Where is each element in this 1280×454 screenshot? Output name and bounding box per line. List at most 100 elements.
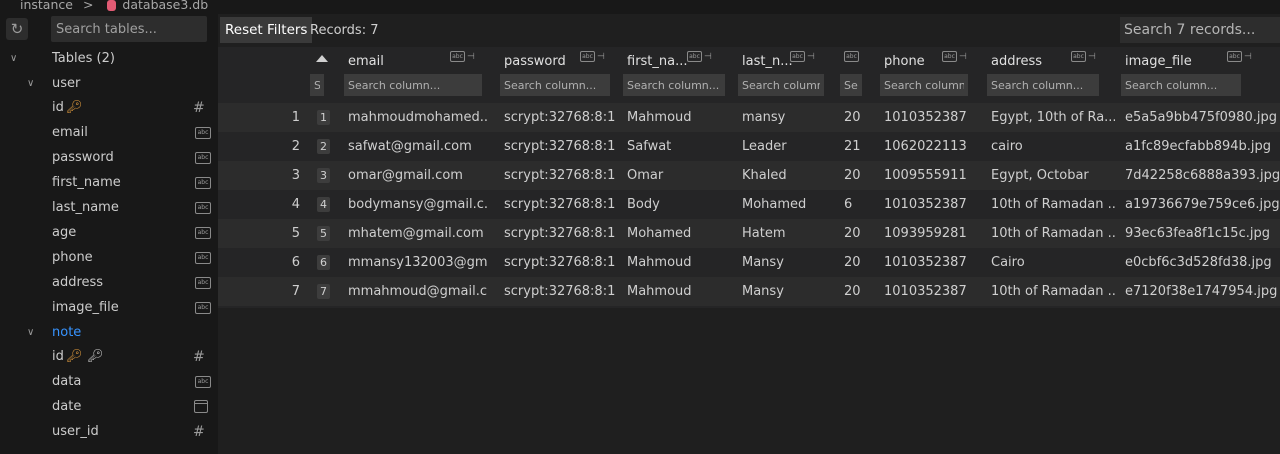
column-item-first-name[interactable]: first_name abc xyxy=(0,172,218,194)
column-header-address[interactable]: address abc ⊣ xyxy=(983,47,1111,103)
cell-address[interactable]: Egypt, Octobar xyxy=(991,161,1115,190)
pin-icon[interactable]: ⊣ xyxy=(807,52,815,62)
search-tables-input[interactable] xyxy=(51,16,207,42)
column-filter-input[interactable] xyxy=(840,74,862,96)
cell-address[interactable]: 10th of Ramadan ... xyxy=(991,219,1115,248)
cell-last-name[interactable]: Mohamed xyxy=(742,190,832,219)
column-item-email[interactable]: email abc xyxy=(0,122,218,144)
cell-age[interactable]: 6 xyxy=(844,190,874,219)
cell-last-name[interactable]: mansy xyxy=(742,103,832,132)
cell-address[interactable]: Egypt, 10th of Ra... xyxy=(991,103,1115,132)
column-item-id[interactable]: id 🔑︎ # xyxy=(0,97,218,119)
row-id[interactable]: 4 xyxy=(317,197,330,212)
cell-email[interactable]: omar@gmail.com xyxy=(348,161,488,190)
column-item-date[interactable]: date xyxy=(0,396,218,418)
column-filter-input[interactable] xyxy=(500,74,610,96)
cell-email[interactable]: mhatem@gmail.com xyxy=(348,219,488,248)
cell-last-name[interactable]: Hatem xyxy=(742,219,832,248)
column-header-image-file[interactable]: image_file abc ⊣ xyxy=(1117,47,1277,103)
cell-last-name[interactable]: Leader xyxy=(742,132,832,161)
cell-image-file[interactable]: e7120f38e1747954.jpg xyxy=(1125,277,1280,306)
table-row[interactable]: 3 3 omar@gmail.com scrypt:32768:8:1... O… xyxy=(218,161,1280,190)
column-header-email[interactable]: email abc ⊣ xyxy=(340,47,492,103)
cell-first-name[interactable]: Mahmoud xyxy=(627,248,731,277)
cell-first-name[interactable]: Mohamed xyxy=(627,219,731,248)
column-item-data[interactable]: data abc xyxy=(0,371,218,393)
sort-ascending-icon[interactable] xyxy=(316,55,328,62)
pin-icon[interactable]: ⊣ xyxy=(704,52,712,62)
cell-age[interactable]: 21 xyxy=(844,132,874,161)
pin-icon[interactable]: ⊣ xyxy=(467,52,475,62)
column-item-password[interactable]: password abc xyxy=(0,147,218,169)
cell-email[interactable]: safwat@gmail.com xyxy=(348,132,488,161)
cell-phone[interactable]: 1010352387 xyxy=(884,248,980,277)
cell-address[interactable]: Cairo xyxy=(991,248,1115,277)
column-header-id[interactable] xyxy=(306,47,336,103)
row-id[interactable]: 6 xyxy=(317,255,330,270)
column-header-first-name[interactable]: first_na... abc ⊣ xyxy=(619,47,729,103)
cell-image-file[interactable]: a1fc89ecfabb894b.jpg xyxy=(1125,132,1280,161)
cell-password[interactable]: scrypt:32768:8:1... xyxy=(504,277,616,306)
breadcrumb-database[interactable]: database3.db xyxy=(122,0,208,11)
table-item-user[interactable]: ∨ user xyxy=(0,73,218,95)
cell-image-file[interactable]: 7d42258c6888a393.jpg xyxy=(1125,161,1280,190)
column-item-image-file[interactable]: image_file abc xyxy=(0,297,218,319)
column-filter-input[interactable] xyxy=(880,74,968,96)
cell-first-name[interactable]: Safwat xyxy=(627,132,731,161)
table-row[interactable]: 1 1 mahmoudmohamed... scrypt:32768:8:1..… xyxy=(218,103,1280,132)
cell-email[interactable]: bodymansy@gmail.c... xyxy=(348,190,488,219)
column-filter-input[interactable] xyxy=(1121,74,1241,96)
cell-email[interactable]: mmahmoud@gmail.c... xyxy=(348,277,488,306)
column-filter-input[interactable] xyxy=(987,74,1099,96)
cell-address[interactable]: 10th of Ramadan ... xyxy=(991,190,1115,219)
breadcrumb-parent[interactable]: instance xyxy=(20,0,73,11)
table-row[interactable]: 5 5 mhatem@gmail.com scrypt:32768:8:1...… xyxy=(218,219,1280,248)
column-item-phone[interactable]: phone abc xyxy=(0,247,218,269)
pin-icon[interactable]: ⊣ xyxy=(1088,52,1096,62)
row-id[interactable]: 5 xyxy=(317,226,330,241)
column-item-address[interactable]: address abc xyxy=(0,272,218,294)
cell-phone[interactable]: 1010352387 xyxy=(884,190,980,219)
cell-phone[interactable]: 1010352387 xyxy=(884,103,980,132)
cell-image-file[interactable]: 93ec63fea8f1c15c.jpg xyxy=(1125,219,1280,248)
cell-address[interactable]: cairo xyxy=(991,132,1115,161)
cell-email[interactable]: mahmoudmohamed... xyxy=(348,103,488,132)
column-header-phone[interactable]: phone abc ⊣ xyxy=(876,47,976,103)
cell-phone[interactable]: 1010352387 xyxy=(884,277,980,306)
cell-image-file[interactable]: e0cbf6c3d528fd38.jpg xyxy=(1125,248,1280,277)
refresh-icon[interactable]: ↻ xyxy=(6,18,28,40)
cell-phone[interactable]: 1009555911 xyxy=(884,161,980,190)
cell-email[interactable]: mmansy132003@gm... xyxy=(348,248,488,277)
cell-last-name[interactable]: Khaled xyxy=(742,161,832,190)
row-id[interactable]: 3 xyxy=(317,168,330,183)
column-item-note-id[interactable]: id 🔑︎ 🔑︎ # xyxy=(0,346,218,368)
cell-last-name[interactable]: Mansy xyxy=(742,248,832,277)
column-header-password[interactable]: password abc ⊣ xyxy=(496,47,614,103)
row-id[interactable]: 2 xyxy=(317,139,330,154)
search-records-input[interactable] xyxy=(1120,17,1280,43)
cell-age[interactable]: 20 xyxy=(844,277,874,306)
cell-password[interactable]: scrypt:32768:8:1... xyxy=(504,103,616,132)
table-row[interactable]: 6 6 mmansy132003@gm... scrypt:32768:8:1.… xyxy=(218,248,1280,277)
table-item-note[interactable]: ∨ note xyxy=(0,322,218,344)
pin-icon[interactable]: ⊣ xyxy=(597,52,605,62)
column-header-age[interactable]: abc xyxy=(836,47,870,103)
cell-last-name[interactable]: Mansy xyxy=(742,277,832,306)
cell-password[interactable]: scrypt:32768:8:1... xyxy=(504,248,616,277)
reset-filters-button[interactable]: Reset Filters xyxy=(220,17,313,43)
cell-password[interactable]: scrypt:32768:8:1... xyxy=(504,219,616,248)
cell-first-name[interactable]: Mahmoud xyxy=(627,277,731,306)
column-filter-input[interactable] xyxy=(344,74,482,96)
row-id[interactable]: 7 xyxy=(317,284,330,299)
tables-group[interactable]: ∨ Tables (2) xyxy=(0,48,218,70)
cell-password[interactable]: scrypt:32768:8:1... xyxy=(504,161,616,190)
table-row[interactable]: 4 4 bodymansy@gmail.c... scrypt:32768:8:… xyxy=(218,190,1280,219)
row-id[interactable]: 1 xyxy=(317,110,330,125)
cell-age[interactable]: 20 xyxy=(844,219,874,248)
cell-password[interactable]: scrypt:32768:8:1... xyxy=(504,132,616,161)
cell-image-file[interactable]: e5a5a9bb475f0980.jpg xyxy=(1125,103,1280,132)
cell-phone[interactable]: 1093959281 xyxy=(884,219,980,248)
cell-password[interactable]: scrypt:32768:8:1... xyxy=(504,190,616,219)
cell-age[interactable]: 20 xyxy=(844,248,874,277)
table-row[interactable]: 7 7 mmahmoud@gmail.c... scrypt:32768:8:1… xyxy=(218,277,1280,306)
